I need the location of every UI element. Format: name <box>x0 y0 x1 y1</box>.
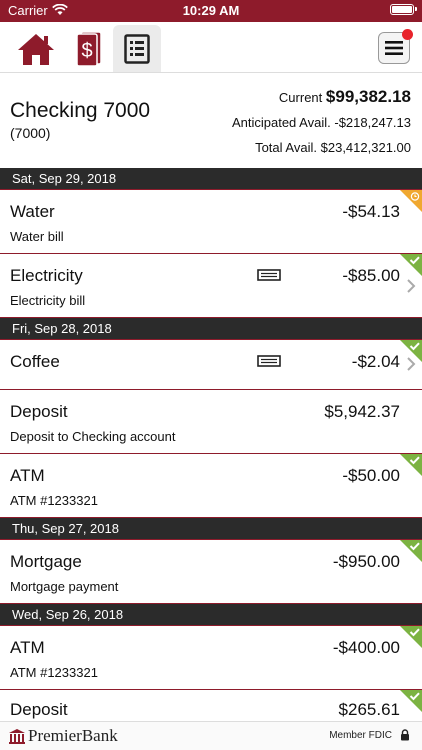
transaction-description: Electricity bill <box>10 293 86 308</box>
total-value: $23,412,321.00 <box>320 140 411 155</box>
transaction-name: Water <box>10 202 55 221</box>
chevron-right-icon[interactable] <box>406 357 416 371</box>
home-icon <box>18 33 54 65</box>
fdic-label: Member FDIC <box>329 730 392 741</box>
transaction-row[interactable]: Deposit $265.61 <box>0 690 422 721</box>
accounts-button[interactable]: $ <box>63 25 111 72</box>
current-label: Current <box>278 90 323 105</box>
menu-icon <box>385 41 403 55</box>
transaction-description: ATM #1233321 <box>10 665 98 680</box>
cleared-check-icon <box>400 540 422 562</box>
transactions-button[interactable] <box>113 25 161 72</box>
transaction-amount: -$50.00 <box>342 466 400 485</box>
anticipated-balance: Anticipated Avail. -$218,247.13 <box>232 115 411 130</box>
transaction-name: ATM <box>10 466 45 485</box>
anticipated-value: -$218,247.13 <box>334 115 411 130</box>
bank-building-icon <box>9 729 25 744</box>
account-summary: Checking 7000 (7000) Current $99,382.18 … <box>0 73 422 167</box>
transaction-name: Deposit <box>10 700 68 719</box>
total-label: Total Avail. <box>255 140 317 155</box>
transaction-row[interactable]: Mortgage -$950.00 Mortgage payment <box>0 540 422 604</box>
transactions-list-icon <box>124 33 150 64</box>
date-header: Fri, Sep 28, 2018 <box>0 318 422 340</box>
transaction-amount: -$54.13 <box>342 202 400 221</box>
svg-text:$: $ <box>81 40 92 62</box>
transaction-row[interactable]: Coffee -$2.04 <box>0 340 422 390</box>
transaction-amount: -$85.00 <box>342 266 400 285</box>
notification-dot <box>402 29 413 40</box>
pending-clock-icon <box>400 190 422 212</box>
footer: PremierBank Member FDIC <box>0 721 422 750</box>
bank-logo: PremierBank <box>28 726 118 745</box>
date-header: Wed, Sep 26, 2018 <box>0 604 422 626</box>
date-header: Thu, Sep 27, 2018 <box>0 518 422 540</box>
date-header: Sat, Sep 29, 2018 <box>0 168 422 190</box>
cleared-check-icon <box>400 254 422 276</box>
total-balance: Total Avail. $23,412,321.00 <box>255 140 411 155</box>
transaction-amount: $265.61 <box>338 700 400 719</box>
cleared-check-icon <box>400 626 422 648</box>
anticipated-label: Anticipated Avail. <box>231 115 331 130</box>
account-name: Checking 7000 <box>10 99 151 122</box>
lock-icon <box>401 729 409 741</box>
home-button[interactable] <box>12 25 60 72</box>
accounts-dollar-icon: $ <box>76 30 102 67</box>
cleared-check-icon <box>400 454 422 476</box>
transaction-row[interactable]: ATM -$50.00 ATM #1233321 <box>0 454 422 518</box>
current-balance: Current $99,382.18 <box>279 87 411 107</box>
transaction-name: Coffee <box>10 352 60 371</box>
transaction-description: ATM #1233321 <box>10 493 98 508</box>
clock: 10:29 AM <box>182 3 240 18</box>
cleared-check-icon <box>400 690 422 712</box>
menu-button[interactable] <box>378 29 413 64</box>
memo-icon <box>257 355 281 367</box>
transaction-amount: -$2.04 <box>351 352 400 371</box>
transaction-amount: -$950.00 <box>332 552 400 571</box>
battery-icon <box>390 4 417 15</box>
transaction-name: Deposit <box>10 402 68 421</box>
memo-icon <box>257 269 281 281</box>
status-bar: Carrier 10:29 AM <box>0 0 422 22</box>
top-nav: $ <box>0 22 422 73</box>
transaction-description: Mortgage payment <box>10 579 119 594</box>
transaction-name: Mortgage <box>10 552 82 571</box>
transaction-row[interactable]: Electricity -$85.00 Electricity bill <box>0 254 422 318</box>
transaction-row[interactable]: Deposit $5,942.37 Deposit to Checking ac… <box>0 390 422 454</box>
chevron-right-icon[interactable] <box>406 279 416 293</box>
transaction-amount: $5,942.37 <box>324 402 400 421</box>
account-number: (7000) <box>10 125 51 141</box>
transaction-row[interactable]: Water -$54.13 Water bill <box>0 190 422 254</box>
current-value: $99,382.18 <box>325 87 411 106</box>
transaction-description: Deposit to Checking account <box>10 429 176 444</box>
transaction-name: Electricity <box>10 266 83 285</box>
transaction-amount: -$400.00 <box>332 638 400 657</box>
transaction-row[interactable]: ATM -$400.00 ATM #1233321 <box>0 626 422 690</box>
transaction-name: ATM <box>10 638 45 657</box>
transaction-description: Water bill <box>10 229 64 244</box>
